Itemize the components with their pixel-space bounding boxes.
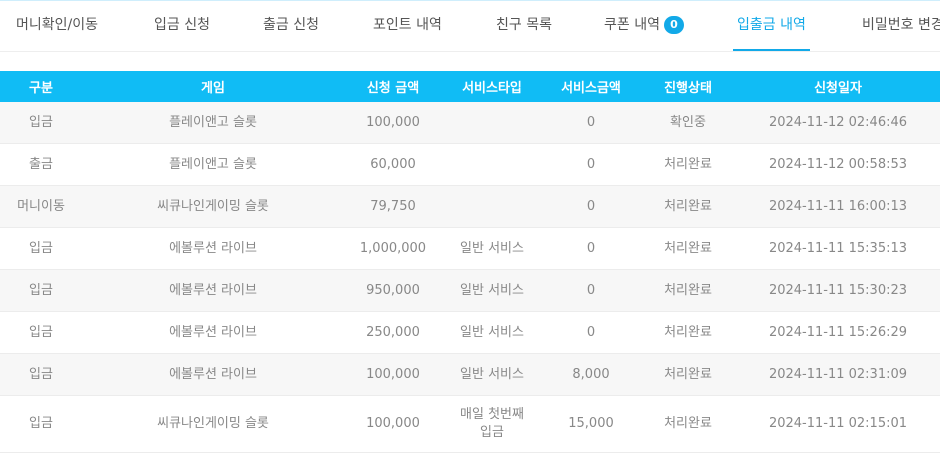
tab-withdraw-request[interactable]: 출금 신청 bbox=[263, 1, 319, 51]
cell-service-amount: 0 bbox=[542, 143, 640, 186]
table-row: 입금 에볼루션 라이브 100,000 일반 서비스 8,000 처리완료 2024-11-… bbox=[0, 353, 940, 396]
column-header-type: 구분 bbox=[0, 71, 82, 102]
tab-bar: 머니확인/이동 입금 신청 출금 신청 포인트 내역 친구 목록 쿠폰 내역 0 … bbox=[0, 1, 940, 52]
cell-status: 확인중 bbox=[640, 102, 736, 144]
cell-date: 2024-11-11 02:31:09 bbox=[736, 353, 940, 396]
cell-game: 씨큐나인게이밍 슬롯 bbox=[82, 395, 344, 453]
cell-amount: 79,750 bbox=[344, 185, 442, 228]
cell-date: 2024-11-11 02:15:01 bbox=[736, 395, 940, 453]
cell-service-type: 일반 서비스 bbox=[442, 269, 542, 312]
cell-game: 씨큐나인게이밍 슬롯 bbox=[82, 185, 344, 228]
cell-service-amount: 0 bbox=[542, 269, 640, 312]
cell-date: 2024-11-12 02:46:46 bbox=[736, 102, 940, 144]
cell-service-type: 일반 서비스 bbox=[442, 311, 542, 354]
table-row: 입금 에볼루션 라이브 250,000 일반 서비스 0 처리완료 2024-11-11 1… bbox=[0, 311, 940, 354]
tab-label: 출금 신청 bbox=[263, 17, 319, 33]
cell-type: 머니이동 bbox=[0, 185, 82, 228]
cell-service-amount: 0 bbox=[542, 185, 640, 228]
table-header-row: 구분 게임 신청 금액 서비스타입 서비스금액 진행상태 신청일자 bbox=[0, 71, 940, 102]
tab-label: 비밀번호 변경 bbox=[862, 17, 940, 33]
column-header-game: 게임 bbox=[82, 71, 344, 102]
tab-deposit-request[interactable]: 입금 신청 bbox=[154, 1, 210, 51]
tab-point-history[interactable]: 포인트 내역 bbox=[373, 1, 442, 51]
cell-amount: 60,000 bbox=[344, 143, 442, 186]
cell-service-amount: 0 bbox=[542, 311, 640, 354]
cell-service-amount: 0 bbox=[542, 102, 640, 144]
table-row: 입금 에볼루션 라이브 1,000,000 일반 서비스 0 처리완료 2024-11-11… bbox=[0, 227, 940, 270]
cell-date: 2024-11-11 15:30:23 bbox=[736, 269, 940, 312]
cell-amount: 100,000 bbox=[344, 395, 442, 453]
cell-type: 입금 bbox=[0, 353, 82, 396]
cell-game: 플레이앤고 슬롯 bbox=[82, 102, 344, 144]
column-header-status: 진행상태 bbox=[640, 71, 736, 102]
cell-service-type bbox=[442, 143, 542, 186]
tab-money-check[interactable]: 머니확인/이동 bbox=[16, 1, 98, 51]
cell-service-amount: 15,000 bbox=[542, 395, 640, 453]
cell-service-type: 일반 서비스 bbox=[442, 227, 542, 270]
cell-status: 처리완료 bbox=[640, 353, 736, 396]
cell-status: 처리완료 bbox=[640, 227, 736, 270]
table-body: 입금 플레이앤고 슬롯 100,000 0 확인중 2024-11-12 02:46:46… bbox=[0, 102, 940, 453]
cell-status: 처리완료 bbox=[640, 269, 736, 312]
table-row: 머니이동 씨큐나인게이밍 슬롯 79,750 0 처리완료 2024-11-11 16:0… bbox=[0, 185, 940, 228]
column-header-service-amount: 서비스금액 bbox=[542, 71, 640, 102]
cell-game: 에볼루션 라이브 bbox=[82, 353, 344, 396]
cell-status: 처리완료 bbox=[640, 311, 736, 354]
cell-type: 입금 bbox=[0, 311, 82, 354]
cell-game: 플레이앤고 슬롯 bbox=[82, 143, 344, 186]
tab-label: 친구 목록 bbox=[496, 17, 552, 33]
cell-service-type bbox=[442, 185, 542, 228]
tab-label: 입금 신청 bbox=[154, 17, 210, 33]
cell-date: 2024-11-12 00:58:53 bbox=[736, 143, 940, 186]
cell-type: 입금 bbox=[0, 102, 82, 144]
tab-friend-list[interactable]: 친구 목록 bbox=[496, 1, 552, 51]
table-row: 입금 플레이앤고 슬롯 100,000 0 확인중 2024-11-12 02:46:46 bbox=[0, 102, 940, 144]
cell-type: 입금 bbox=[0, 269, 82, 312]
cell-game: 에볼루션 라이브 bbox=[82, 269, 344, 312]
cell-service-type: 매일 첫번째 입금 bbox=[442, 395, 542, 453]
cell-service-amount: 0 bbox=[542, 227, 640, 270]
table-row: 입금 씨큐나인게이밍 슬롯 100,000 매일 첫번째 입금 15,000 처리완료 202… bbox=[0, 395, 940, 453]
cell-status: 처리완료 bbox=[640, 185, 736, 228]
table-row: 출금 플레이앤고 슬롯 60,000 0 처리완료 2024-11-12 00:58:53 bbox=[0, 143, 940, 186]
cell-amount: 100,000 bbox=[344, 102, 442, 144]
cell-amount: 950,000 bbox=[344, 269, 442, 312]
cell-amount: 1,000,000 bbox=[344, 227, 442, 270]
column-header-service-type: 서비스타입 bbox=[442, 71, 542, 102]
tab-label: 포인트 내역 bbox=[373, 17, 442, 33]
coupon-count-badge: 0 bbox=[663, 16, 684, 34]
tab-coupon-history[interactable]: 쿠폰 내역 0 bbox=[604, 1, 684, 51]
cell-date: 2024-11-11 15:35:13 bbox=[736, 227, 940, 270]
table-row: 입금 에볼루션 라이브 950,000 일반 서비스 0 처리완료 2024-11-11 1… bbox=[0, 269, 940, 312]
cell-type: 입금 bbox=[0, 395, 82, 453]
cell-game: 에볼루션 라이브 bbox=[82, 311, 344, 354]
cell-date: 2024-11-11 15:26:29 bbox=[736, 311, 940, 354]
column-header-date: 신청일자 bbox=[736, 71, 940, 102]
cell-service-amount: 8,000 bbox=[542, 353, 640, 396]
cell-amount: 100,000 bbox=[344, 353, 442, 396]
cell-date: 2024-11-11 16:00:13 bbox=[736, 185, 940, 228]
cell-status: 처리완료 bbox=[640, 143, 736, 186]
cell-service-type: 일반 서비스 bbox=[442, 353, 542, 396]
cell-amount: 250,000 bbox=[344, 311, 442, 354]
cell-type: 출금 bbox=[0, 143, 82, 186]
tab-change-password[interactable]: 비밀번호 변경 bbox=[862, 1, 940, 51]
column-header-amount: 신청 금액 bbox=[344, 71, 442, 102]
transaction-table: 구분 게임 신청 금액 서비스타입 서비스금액 진행상태 신청일자 입금 플레이앤… bbox=[0, 71, 940, 453]
tab-label: 입출금 내역 bbox=[737, 17, 806, 33]
tab-label: 쿠폰 내역 bbox=[604, 17, 660, 33]
cell-service-type bbox=[442, 102, 542, 144]
cell-type: 입금 bbox=[0, 227, 82, 270]
tab-transaction-history[interactable]: 입출금 내역 bbox=[733, 1, 810, 51]
tab-label: 머니확인/이동 bbox=[16, 17, 98, 33]
cell-status: 처리완료 bbox=[640, 395, 736, 453]
cell-game: 에볼루션 라이브 bbox=[82, 227, 344, 270]
